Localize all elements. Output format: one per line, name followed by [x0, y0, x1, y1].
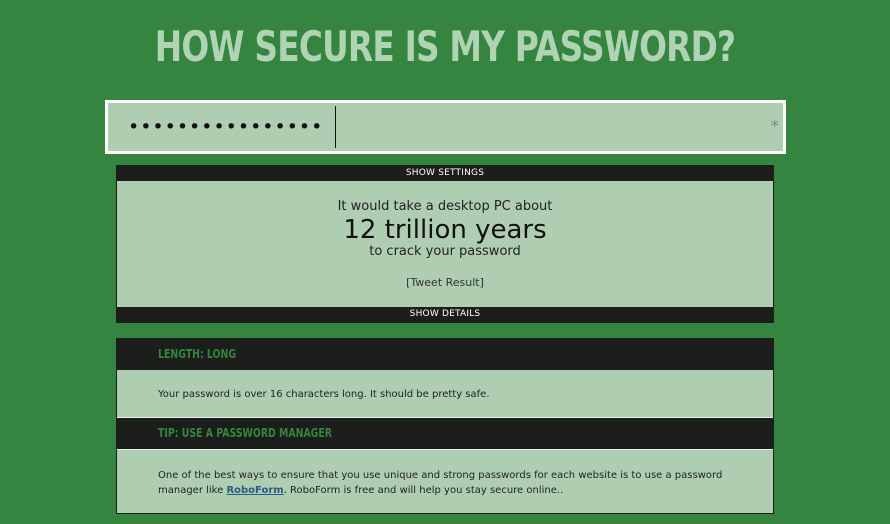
password-masked-value[interactable]: ••••••••••••••••: [128, 115, 323, 139]
show-details-button[interactable]: SHOW DETAILS: [117, 307, 773, 322]
tip-heading: TIP: USE A PASSWORD MANAGER: [158, 426, 332, 440]
password-input[interactable]: •••••••••••••••• *: [105, 100, 786, 154]
section-divider: [117, 449, 773, 450]
show-settings-button[interactable]: SHOW SETTINGS: [117, 166, 773, 181]
page-title: HOW SECURE IS MY PASSWORD?: [154, 22, 736, 71]
roboform-link[interactable]: RoboForm: [226, 485, 283, 496]
length-heading: LENGTH: LONG: [158, 347, 237, 361]
tip-section-header: TIP: USE A PASSWORD MANAGER: [117, 418, 773, 449]
result-panel: SHOW SETTINGS It would take a desktop PC…: [116, 165, 774, 323]
text-cursor: [335, 106, 336, 148]
length-description: Your password is over 16 characters long…: [158, 389, 490, 400]
tip-description: One of the best ways to ensure that you …: [158, 468, 748, 498]
result-outro-text: to crack your password: [369, 244, 521, 259]
tip-text-after: . RoboForm is free and will help you sta…: [283, 485, 564, 496]
tweet-result-link[interactable]: [Tweet Result]: [117, 276, 773, 290]
crack-time-value: 12 trillion years: [343, 215, 547, 245]
show-password-toggle[interactable]: *: [771, 119, 780, 136]
details-panel: LENGTH: LONG Your password is over 16 ch…: [116, 338, 774, 514]
length-section-header: LENGTH: LONG: [117, 339, 773, 370]
